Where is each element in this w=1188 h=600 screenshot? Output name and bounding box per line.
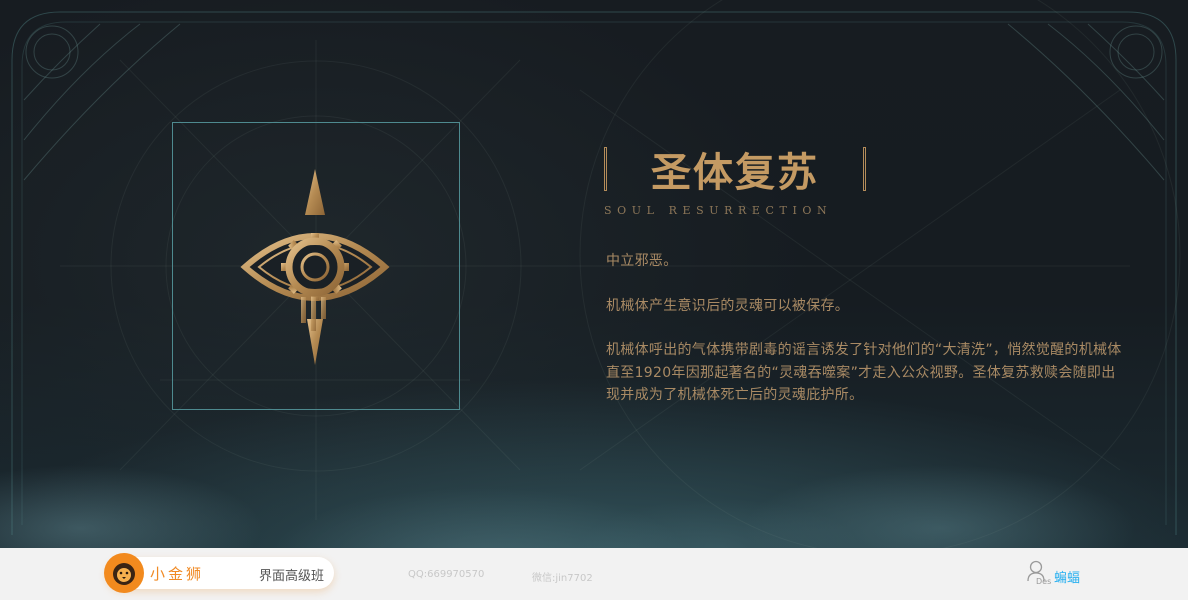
course-name: 界面高级班 — [259, 569, 325, 584]
qq-contact: QQ:669970570 — [408, 569, 485, 580]
page-subtitle: SOUL RESURRECTION — [604, 204, 833, 217]
title-block: 圣体复苏 SOUL RESURRECTION — [604, 140, 866, 217]
lion-logo-icon[interactable] — [104, 553, 144, 593]
hero-stage: 圣体复苏 SOUL RESURRECTION 中立邪恶。 机械体产生意识后的灵魂… — [0, 0, 1188, 548]
brand-name: 小金狮 — [150, 565, 205, 583]
author-name: 蝙蝠 — [1054, 571, 1081, 586]
eye-gear-emblem-icon — [216, 167, 414, 365]
description-paragraph: 机械体呼出的气体携带剧毒的谣言诱发了针对他们的“大清洗”，悄然觉醒的机械体直至1… — [606, 342, 1122, 403]
title-bracket-left — [604, 147, 607, 191]
description-paragraph: 机械体产生意识后的灵魂可以被保存。 — [606, 297, 850, 314]
wechat-contact: 微信:jin7702 — [532, 573, 593, 584]
title-bracket-right — [863, 147, 866, 191]
description-paragraph: 中立邪恶。 — [606, 253, 678, 269]
description: 中立邪恶。 机械体产生意识后的灵魂可以被保存。 机械体呼出的气体携带剧毒的谣言诱… — [606, 250, 1126, 429]
page-title: 圣体复苏 — [651, 149, 819, 196]
author-tag: Des — [1036, 577, 1052, 586]
